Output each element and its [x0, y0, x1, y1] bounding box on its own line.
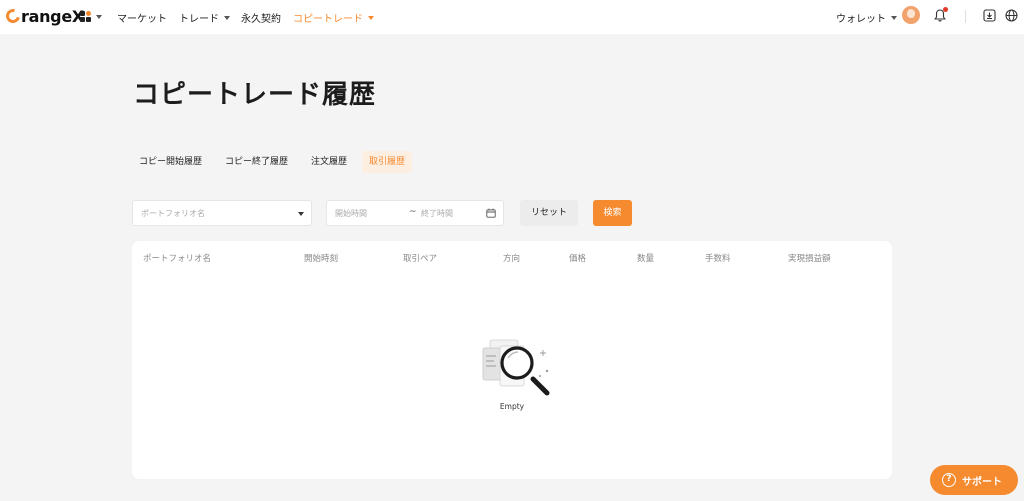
logo-text: rangeX — [21, 6, 84, 26]
chevron-down-icon — [224, 15, 230, 20]
column-header-price: 価格 — [569, 254, 587, 264]
column-header-direction: 方向 — [503, 254, 521, 264]
nav-perpetual[interactable]: 永久契約 — [241, 10, 281, 25]
chevron-down-icon — [891, 15, 897, 20]
empty-search-icon — [482, 339, 550, 396]
header-divider — [965, 10, 966, 23]
globe-icon[interactable] — [1005, 9, 1018, 22]
tab-copy-end-history[interactable]: コピー終了履歴 — [218, 151, 295, 173]
calendar-icon — [486, 208, 496, 218]
nav-perpetual-label: 永久契約 — [241, 14, 281, 25]
download-icon[interactable] — [983, 9, 996, 22]
apps-grid-icon — [80, 11, 91, 22]
portfolio-select[interactable]: ポートフォリオ名 — [132, 200, 312, 226]
date-range-picker[interactable]: 開始時間 ~ 終了時間 — [326, 200, 504, 226]
page-title: コピートレード履歴 — [133, 80, 377, 110]
column-header-quantity: 数量 — [637, 254, 655, 264]
logo-o-mark — [3, 6, 23, 26]
reset-button[interactable]: リセット — [520, 200, 578, 226]
avatar[interactable] — [902, 6, 920, 24]
trade-history-table: ポートフォリオ名 開始時刻 取引ペア 方向 価格 数量 手数料 実現損益額 Em… — [132, 241, 892, 479]
nav-trade-label: トレード — [179, 14, 219, 25]
chevron-down-icon — [96, 14, 102, 19]
column-header-portfolio: ポートフォリオ名 — [143, 254, 212, 264]
top-header: rangeX マーケット トレード 永久契約 コピートレード ウォレット — [0, 0, 1024, 34]
support-button[interactable]: ? サポート — [930, 465, 1018, 495]
tab-order-history[interactable]: 注文履歴 — [304, 151, 354, 173]
support-label: サポート — [962, 476, 1002, 488]
orangex-logo[interactable]: rangeX — [3, 6, 84, 26]
column-header-pair: 取引ペア — [403, 254, 438, 264]
column-header-realized-pnl: 実現損益額 — [788, 254, 831, 264]
wallet-label: ウォレット — [836, 14, 886, 25]
nav-market[interactable]: マーケット — [117, 10, 167, 25]
apps-menu[interactable] — [80, 11, 102, 22]
search-button[interactable]: 検索 — [593, 200, 632, 226]
end-time-input[interactable]: 終了時間 — [421, 208, 453, 219]
chevron-down-icon — [298, 212, 304, 216]
nav-copy-trade[interactable]: コピートレード — [293, 10, 374, 25]
notification-dot — [943, 7, 948, 12]
column-header-fee: 手数料 — [705, 254, 731, 264]
help-icon: ? — [942, 473, 956, 487]
range-separator: ~ — [409, 207, 417, 217]
nav-trade[interactable]: トレード — [179, 10, 230, 25]
portfolio-select-placeholder: ポートフォリオ名 — [141, 209, 205, 218]
empty-state-text: Empty — [499, 402, 525, 411]
column-header-start-time: 開始時刻 — [304, 254, 339, 264]
tab-copy-start-history[interactable]: コピー開始履歴 — [132, 151, 209, 173]
start-time-input[interactable]: 開始時間 — [335, 208, 367, 219]
wallet-menu[interactable]: ウォレット — [836, 10, 897, 25]
chevron-down-icon — [368, 15, 374, 20]
nav-market-label: マーケット — [117, 14, 167, 25]
nav-copy-trade-label: コピートレード — [293, 14, 363, 25]
tab-trade-history[interactable]: 取引履歴 — [362, 151, 413, 173]
